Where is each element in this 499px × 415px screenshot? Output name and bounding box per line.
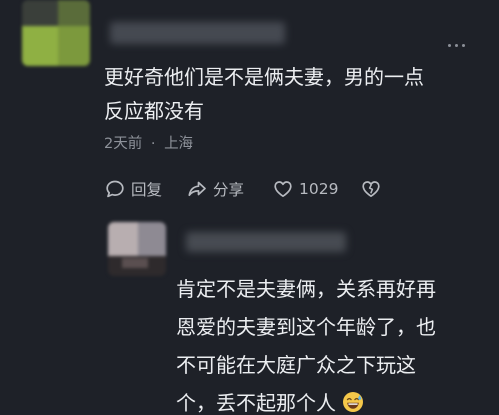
broken-heart-icon [360, 178, 382, 200]
comment-bubble-icon [104, 178, 126, 200]
dislike-button[interactable] [360, 176, 382, 202]
reply-text: 肯定不是夫妻俩，关系再好再 恩爱的夫妻到这个年龄了，也 不可能在大庭广众之下玩这… [176, 270, 476, 415]
reply-label: 回复 [131, 181, 163, 199]
comment-text: 更好奇他们是不是俩夫妻，男的一点 反应都没有 [104, 65, 424, 123]
share-label: 分享 [213, 181, 245, 199]
reply-username[interactable] [186, 232, 346, 252]
grinning-sweat-emoji-icon [342, 387, 364, 415]
more-icon[interactable] [446, 32, 470, 47]
like-count: 1029 [299, 180, 339, 198]
meta-separator: · [150, 136, 156, 152]
username[interactable] [110, 22, 285, 44]
comment-location: 上海 [164, 136, 194, 152]
reply-avatar[interactable] [108, 222, 166, 276]
avatar[interactable] [22, 0, 90, 66]
share-button[interactable]: 分享 [186, 176, 244, 202]
reply-button[interactable]: 回复 [104, 176, 162, 202]
comment-time: 2天前 [104, 136, 143, 152]
heart-icon [272, 178, 294, 200]
reply-text-body: 肯定不是夫妻俩，关系再好再 恩爱的夫妻到这个年龄了，也 不可能在大庭广众之下玩这… [176, 277, 436, 415]
like-button[interactable]: 1029 [272, 176, 338, 202]
share-arrow-icon [186, 178, 208, 200]
comment-meta: 2天前 · 上海 [104, 132, 193, 153]
